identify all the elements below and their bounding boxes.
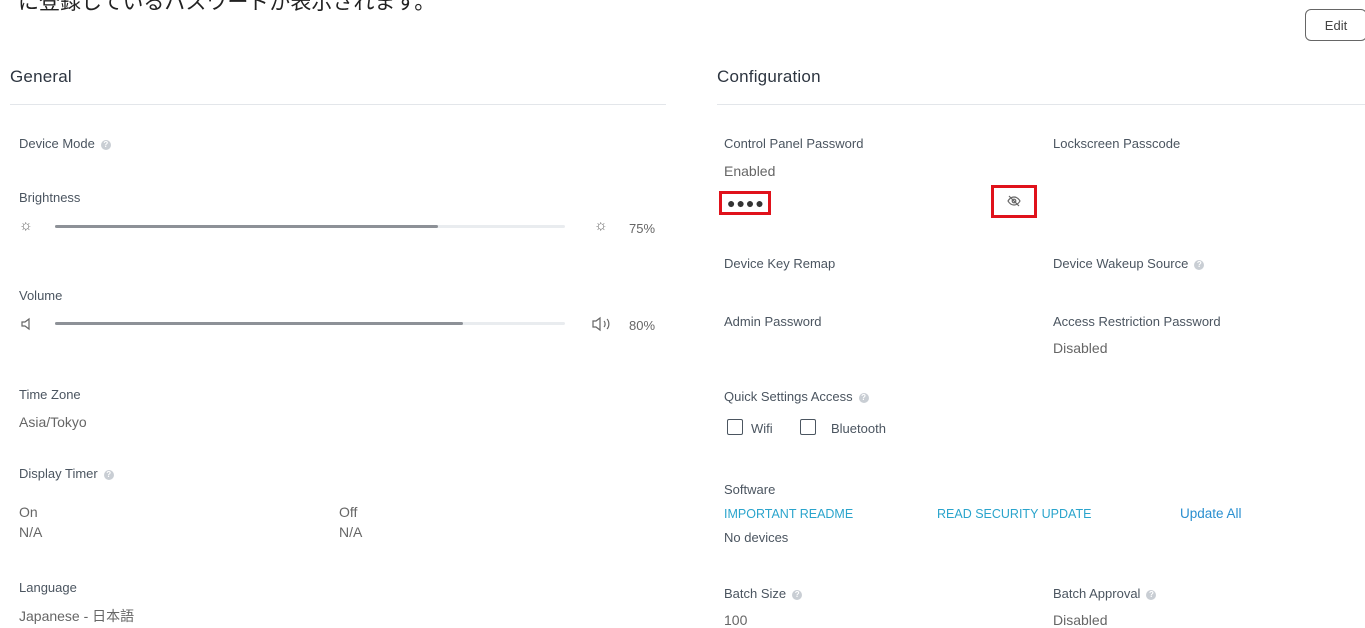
sun-icon: ☼ [594, 217, 608, 234]
help-icon[interactable]: ? [1146, 590, 1157, 600]
display-timer-on-value: N/A [19, 524, 43, 540]
batch-approval-label: Batch Approval? [1053, 586, 1157, 601]
volume-label: Volume [19, 288, 63, 303]
wifi-checkbox[interactable] [727, 419, 743, 435]
access-restriction-password-label: Access Restriction Password [1053, 314, 1221, 329]
wifi-label: Wifi [751, 421, 773, 436]
access-restriction-password-value: Disabled [1053, 340, 1108, 356]
admin-password-label: Admin Password [724, 314, 822, 329]
device-wakeup-source-label-text: Device Wakeup Source [1053, 256, 1189, 271]
update-all-link[interactable]: Update All [1180, 506, 1242, 521]
batch-size-label-text: Batch Size [724, 586, 787, 601]
batch-size-value: 100 [724, 612, 748, 628]
important-readme-link[interactable]: IMPORTANT README [724, 507, 853, 521]
time-zone-label: Time Zone [19, 387, 81, 402]
speaker-icon [20, 317, 34, 336]
bluetooth-label: Bluetooth [831, 421, 886, 436]
device-key-remap-label: Device Key Remap [724, 256, 836, 271]
lockscreen-passcode-label: Lockscreen Passcode [1053, 136, 1181, 151]
control-panel-password-label: Control Panel Password [724, 136, 864, 151]
software-devices-text: No devices [724, 530, 789, 545]
batch-size-label: Batch Size? [724, 586, 803, 601]
sun-icon: ☼ [19, 217, 33, 234]
masked-password: ●●●● [727, 195, 765, 211]
quick-settings-access-label: Quick Settings Access? [724, 389, 869, 404]
volume-value: 80% [629, 318, 656, 333]
batch-approval-value: Disabled [1053, 612, 1108, 628]
volume-slider[interactable] [55, 322, 565, 325]
speaker-icon [591, 316, 615, 337]
device-mode-label: Device Mode? [19, 136, 111, 151]
volume-slider-fill [55, 322, 463, 325]
display-timer-label: Display Timer? [19, 466, 114, 481]
top-note-text: に登録しているパスワードが表示されます。 [18, 0, 436, 14]
configuration-divider [717, 104, 1365, 105]
software-label: Software [724, 482, 776, 497]
general-section-title: General [10, 67, 72, 86]
batch-approval-label-text: Batch Approval [1053, 586, 1141, 601]
time-zone-value: Asia/Tokyo [19, 414, 87, 430]
read-security-update-link[interactable]: READ SECURITY UPDATE [937, 507, 1091, 521]
help-icon[interactable]: ? [100, 140, 111, 150]
brightness-slider[interactable] [55, 225, 565, 228]
brightness-slider-fill [55, 225, 438, 228]
display-timer-label-text: Display Timer [19, 466, 98, 481]
quick-settings-access-label-text: Quick Settings Access [724, 389, 853, 404]
general-divider [10, 104, 666, 105]
help-icon[interactable]: ? [103, 470, 114, 480]
bluetooth-checkbox[interactable] [800, 419, 816, 435]
display-timer-off-value: N/A [339, 524, 363, 540]
control-panel-password-status: Enabled [724, 163, 776, 179]
help-icon[interactable]: ? [792, 590, 803, 600]
device-mode-label-text: Device Mode [19, 136, 95, 151]
help-icon[interactable]: ? [858, 393, 869, 403]
edit-button[interactable]: Edit [1305, 9, 1365, 41]
display-timer-on-label: On [19, 504, 38, 520]
brightness-label: Brightness [19, 190, 81, 205]
help-icon[interactable]: ? [1194, 260, 1205, 270]
device-wakeup-source-label: Device Wakeup Source? [1053, 256, 1205, 271]
display-timer-off-label: Off [339, 504, 358, 520]
eye-off-icon[interactable] [1007, 194, 1021, 213]
language-value: Japanese - 日本語 [19, 608, 135, 624]
language-label: Language [19, 580, 77, 595]
configuration-section-title: Configuration [717, 67, 821, 86]
brightness-value: 75% [629, 221, 656, 236]
